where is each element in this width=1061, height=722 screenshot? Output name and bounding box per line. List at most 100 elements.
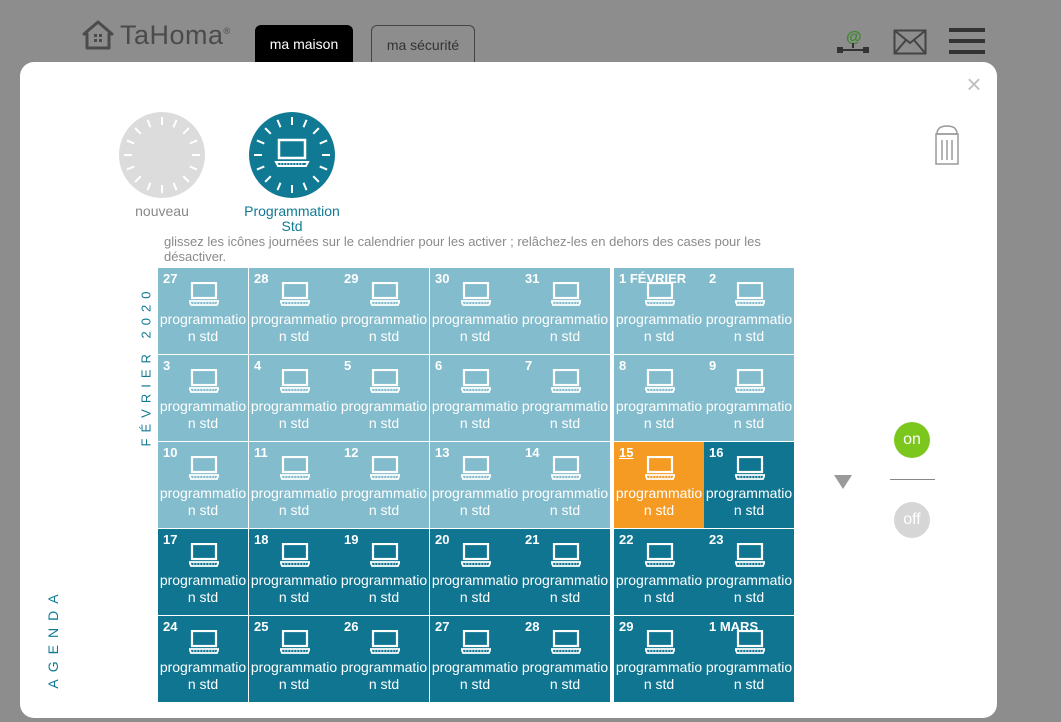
calendar-day-cell[interactable]: 28 programmation std (249, 268, 339, 354)
calendar-day-cell[interactable]: 9 programmation std (704, 355, 794, 441)
calendar-day-cell[interactable]: 25 programmation std (249, 616, 339, 702)
day-program-label: programmation std (250, 311, 338, 344)
day-number: 5 (344, 358, 352, 373)
calendar-day-cell[interactable]: 3 programmation std (158, 355, 248, 441)
chip-nouveau-label: nouveau (135, 203, 189, 219)
day-program-label: programmation std (250, 485, 338, 518)
chip-std-label: Programmation Std (232, 204, 352, 234)
day-program-label: programmation std (250, 398, 338, 431)
calendar-day-cell[interactable]: 14 programmation std (520, 442, 610, 528)
calendar-day-cell[interactable]: 11 programmation std (249, 442, 339, 528)
laptop-icon (280, 456, 310, 480)
calendar-day-cell[interactable]: 15 programmation std (614, 442, 704, 528)
network-at-icon[interactable]: @ (836, 26, 870, 56)
laptop-icon (551, 630, 581, 654)
hamburger-menu-icon[interactable] (949, 26, 985, 56)
calendar-day-cell[interactable]: 16 programmation std (704, 442, 794, 528)
day-number: 19 (344, 532, 359, 547)
laptop-icon (461, 456, 491, 480)
day-program-label: programmation std (159, 398, 247, 431)
day-program-label: programmation std (431, 659, 519, 692)
calendar-day-cell[interactable]: 21 programmation std (520, 529, 610, 615)
day-number: 23 (709, 532, 724, 547)
day-number: 10 (163, 445, 178, 460)
laptop-icon (189, 630, 219, 654)
day-program-label: programmation std (615, 311, 703, 344)
day-number: 27 (163, 271, 178, 286)
day-program-label: programmation std (431, 572, 519, 605)
calendar-day-cell[interactable]: 20 programmation std (430, 529, 520, 615)
calendar-day-cell[interactable]: 10 programmation std (158, 442, 248, 528)
calendar-day-cell[interactable]: 24 programmation std (158, 616, 248, 702)
day-program-label: programmation std (159, 485, 247, 518)
calendar-day-cell[interactable]: 19 programmation std (339, 529, 429, 615)
calendar-day-cell[interactable]: 2 programmation std (704, 268, 794, 354)
day-number: 28 (254, 271, 269, 286)
calendar-day-cell[interactable]: 29 programmation std (339, 268, 429, 354)
laptop-icon (645, 282, 675, 306)
off-button[interactable]: off (894, 502, 930, 538)
calendar-day-cell[interactable]: 18 programmation std (249, 529, 339, 615)
laptop-day-icon (249, 112, 335, 198)
laptop-icon (735, 456, 765, 480)
calendar-day-cell[interactable]: 30 programmation std (430, 268, 520, 354)
day-number: 17 (163, 532, 178, 547)
calendar-day-cell[interactable]: 27 programmation std (430, 616, 520, 702)
calendar-day-cell[interactable]: 6 programmation std (430, 355, 520, 441)
calendar-day-cell[interactable]: 17 programmation std (158, 529, 248, 615)
tahoma-logo[interactable]: TaHoma® (82, 18, 231, 52)
calendar-day-cell[interactable]: 7 programmation std (520, 355, 610, 441)
day-number: 7 (525, 358, 533, 373)
calendar-day-cell[interactable]: 31 programmation std (520, 268, 610, 354)
calendar-day-cell[interactable]: 12 programmation std (339, 442, 429, 528)
day-program-label: programmation std (615, 485, 703, 518)
calendar-day-cell[interactable]: 4 programmation std (249, 355, 339, 441)
laptop-icon (461, 630, 491, 654)
arrow-down-icon[interactable] (833, 474, 853, 495)
day-program-label: programmation std (431, 485, 519, 518)
day-number: 2 (709, 271, 717, 286)
day-number: 4 (254, 358, 262, 373)
calendar-day-cell[interactable]: 1 MARS programmation std (704, 616, 794, 702)
laptop-icon (461, 282, 491, 306)
day-number: 21 (525, 532, 540, 547)
day-number: 3 (163, 358, 171, 373)
close-button[interactable]: × (963, 71, 985, 97)
day-program-label: programmation std (159, 659, 247, 692)
calendar-day-cell[interactable]: 26 programmation std (339, 616, 429, 702)
day-program-label: programmation std (521, 572, 609, 605)
laptop-icon (189, 456, 219, 480)
day-program-label: programmation std (431, 311, 519, 344)
calendar-day-cell[interactable]: 23 programmation std (704, 529, 794, 615)
day-number: 30 (435, 271, 450, 286)
month-label: FÉVRIER 2020 (138, 285, 154, 447)
day-program-label: programmation std (159, 311, 247, 344)
laptop-icon (645, 369, 675, 393)
tab-ma-securite[interactable]: ma sécurité (371, 25, 475, 63)
laptop-icon (370, 543, 400, 567)
laptop-icon (461, 369, 491, 393)
calendar-day-cell[interactable]: 28 programmation std (520, 616, 610, 702)
day-program-label: programmation std (705, 398, 793, 431)
on-button[interactable]: on (894, 422, 930, 458)
laptop-icon (551, 456, 581, 480)
laptop-icon (645, 630, 675, 654)
day-number: 18 (254, 532, 269, 547)
day-number: 8 (619, 358, 627, 373)
trash-bin-icon[interactable] (933, 124, 961, 166)
calendar-day-cell[interactable]: 29 programmation std (614, 616, 704, 702)
envelope-icon[interactable] (893, 29, 927, 55)
calendar-day-cell[interactable]: 13 programmation std (430, 442, 520, 528)
laptop-icon (551, 282, 581, 306)
calendar-day-cell[interactable]: 1 FÉVRIER programmation std (614, 268, 704, 354)
chip-programmation-std[interactable]: Programmation Std (232, 112, 352, 234)
day-number: 26 (344, 619, 359, 634)
calendar-day-cell[interactable]: 8 programmation std (614, 355, 704, 441)
day-program-label: programmation std (340, 485, 428, 518)
calendar-day-cell[interactable]: 22 programmation std (614, 529, 704, 615)
tab-ma-maison[interactable]: ma maison (255, 25, 353, 63)
calendar-day-cell[interactable]: 27 programmation std (158, 268, 248, 354)
chip-nouveau[interactable]: nouveau (112, 112, 212, 219)
calendar-day-cell[interactable]: 5 programmation std (339, 355, 429, 441)
day-program-label: programmation std (705, 311, 793, 344)
